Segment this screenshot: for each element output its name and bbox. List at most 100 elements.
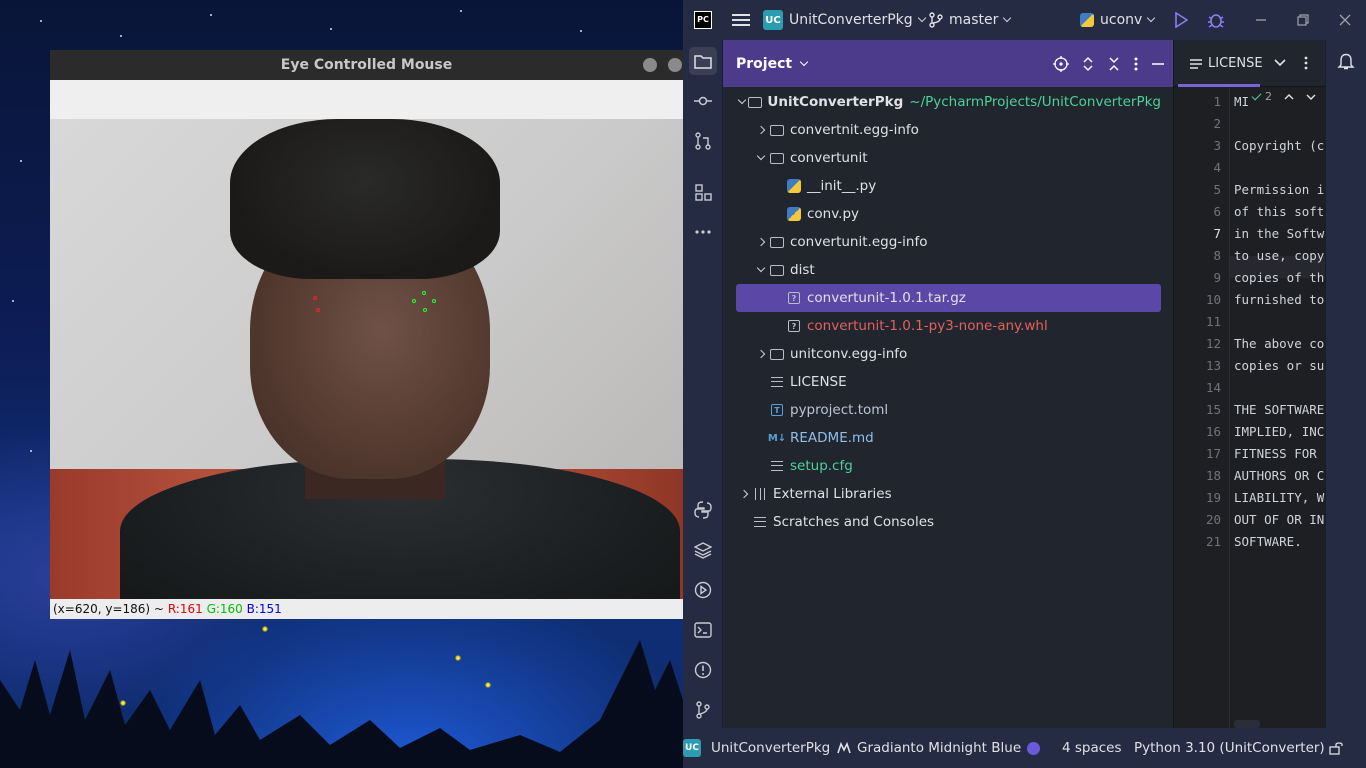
hide-panel-icon[interactable] [1151, 56, 1165, 72]
python-console-button[interactable] [689, 496, 717, 524]
tree-item[interactable]: External Libraries [736, 480, 1161, 508]
chevron-down-icon[interactable] [736, 95, 748, 105]
code-line[interactable]: Permission i [1234, 182, 1324, 197]
project-tool-button[interactable] [689, 47, 717, 75]
pull-requests-tool-button[interactable] [689, 127, 717, 155]
status-project[interactable]: UC UnitConverterPkg [683, 728, 830, 768]
tree-item-label: convertunit-1.0.1-py3-none-any.whl [807, 318, 1048, 334]
pycharm-window[interactable]: PC UC UnitConverterPkg master uconv Proj… [683, 0, 1366, 768]
tab-options-icon[interactable] [1303, 55, 1309, 71]
code-line[interactable]: OUT OF OR IN [1234, 512, 1324, 527]
tree-item[interactable]: LICENSE [736, 368, 1161, 396]
tree-item[interactable]: convertunit.egg-info [736, 228, 1161, 256]
text-file-icon [769, 458, 785, 474]
window-close[interactable] [1339, 0, 1351, 40]
code-text[interactable]: MI Copyright (c Permission i of this soft in… [1234, 87, 1325, 728]
chevron-right-icon[interactable] [736, 489, 752, 499]
tree-item[interactable]: unitconv.egg-info [736, 340, 1161, 368]
code-line[interactable]: IMPLIED, INC [1234, 424, 1324, 439]
tree-item[interactable]: ? convertunit-1.0.1-py3-none-any.whl [736, 312, 1161, 340]
code-line[interactable]: of this soft [1234, 204, 1324, 219]
window-minimize[interactable] [1255, 0, 1267, 40]
chevron-right-icon[interactable] [753, 349, 769, 359]
chevron-right-icon[interactable] [753, 125, 769, 135]
project-panel-header[interactable]: Project [723, 40, 1173, 87]
chevron-up-icon[interactable] [1284, 93, 1294, 101]
chevron-down-icon[interactable] [753, 263, 769, 273]
chevron-down-icon[interactable] [753, 151, 769, 161]
status-interpreter[interactable]: Python 3.10 (UnitConverter) [1134, 728, 1325, 768]
tree-item[interactable]: convertnit.egg-info [736, 116, 1161, 144]
code-line[interactable]: Copyright (c [1234, 138, 1324, 153]
code-line[interactable]: copies or su [1234, 358, 1324, 373]
code-line[interactable]: copies of th [1234, 270, 1324, 285]
tree-item[interactable]: __init__.py [736, 172, 1161, 200]
tree-item[interactable]: Tpyproject.toml [736, 396, 1161, 424]
main-menu-button[interactable] [732, 0, 750, 40]
run-button[interactable] [1174, 0, 1188, 40]
services-tool-button[interactable] [689, 576, 717, 604]
status-indent[interactable]: 4 spaces [1062, 728, 1122, 768]
code-line[interactable]: FITNESS FOR [1234, 446, 1324, 461]
code-line[interactable]: AUTHORS OR C [1234, 468, 1324, 483]
star [12, 300, 14, 302]
tree-item[interactable]: Scratches and Consoles [736, 508, 1161, 536]
code-line[interactable]: MI [1234, 94, 1249, 109]
branch-selector[interactable]: master [929, 0, 1012, 40]
chevron-right-icon[interactable] [753, 237, 769, 247]
tree-item-label: README.md [790, 430, 874, 446]
code-line[interactable]: furnished to [1234, 292, 1324, 307]
tree-item[interactable]: UnitConverterPkg ~/PycharmProjects/UnitCo… [736, 88, 1161, 116]
code-line[interactable]: THE SOFTWARE [1234, 402, 1324, 417]
code-line[interactable]: SOFTWARE. [1234, 534, 1302, 549]
pull-request-icon [695, 132, 711, 150]
more-tools-button[interactable] [689, 218, 717, 246]
tree-item[interactable]: ? convertunit-1.0.1.tar.gz [736, 284, 1161, 312]
debug-button[interactable] [1207, 0, 1225, 40]
unknown-file-icon: ? [786, 318, 802, 334]
line-number: 15 [1205, 402, 1221, 417]
python-packages-button[interactable] [689, 536, 717, 564]
commit-icon [694, 96, 712, 106]
eye-controlled-mouse-window[interactable]: Eye Controlled Mouse (x=620, y=186) ~ R:… [50, 50, 683, 619]
run-config-selector[interactable]: uconv [1080, 0, 1156, 40]
commit-tool-button[interactable] [689, 87, 717, 115]
window-maximize[interactable] [1297, 0, 1309, 40]
code-line[interactable]: LIABILITY, W [1234, 490, 1324, 505]
chevron-down-icon[interactable] [1274, 58, 1286, 68]
notifications-bell-icon[interactable] [1337, 52, 1355, 70]
inspection-widget[interactable]: 2 [1251, 90, 1316, 103]
line-number: 14 [1205, 380, 1221, 395]
tab-license[interactable]: LICENSE [1174, 40, 1263, 87]
git-tool-button[interactable] [689, 696, 717, 724]
window-titlebar[interactable]: Eye Controlled Mouse [50, 50, 683, 80]
code-line[interactable]: to use, copy [1234, 248, 1324, 263]
expand-all-icon[interactable] [1081, 56, 1095, 72]
structure-tool-button[interactable] [689, 178, 717, 206]
collapse-all-icon[interactable] [1107, 56, 1121, 72]
status-readonly-toggle[interactable] [1329, 728, 1343, 768]
line-number: 18 [1205, 468, 1221, 483]
code-line[interactable]: in the Softw [1234, 226, 1324, 241]
tree-item-label: conv.py [807, 206, 860, 222]
options-icon[interactable] [1133, 56, 1139, 72]
horizontal-scrollbar-thumb[interactable] [1234, 720, 1260, 728]
tree-item-label: LICENSE [790, 374, 847, 390]
webcam-feed[interactable] [50, 119, 683, 599]
code-line[interactable]: The above co [1234, 336, 1324, 351]
tree-item-label: convertnit.egg-info [790, 122, 919, 138]
locate-icon[interactable] [1053, 55, 1069, 72]
problems-tool-button[interactable] [689, 656, 717, 684]
status-theme[interactable]: Gradianto Midnight Blue [837, 728, 1021, 768]
minimize-button[interactable] [643, 58, 657, 72]
terminal-tool-button[interactable] [689, 616, 717, 644]
tree-item[interactable]: convertunit [736, 144, 1161, 172]
tree-item[interactable]: dist [736, 256, 1161, 284]
chevron-down-icon[interactable] [1306, 93, 1316, 101]
status-theme-indicator[interactable] [1027, 728, 1040, 768]
tree-item[interactable]: M↓ README.md [736, 424, 1161, 452]
tree-item[interactable]: setup.cfg [736, 452, 1161, 480]
project-selector[interactable]: UC UnitConverterPkg [763, 0, 926, 40]
close-button[interactable] [668, 58, 682, 72]
tree-item[interactable]: conv.py [736, 200, 1161, 228]
